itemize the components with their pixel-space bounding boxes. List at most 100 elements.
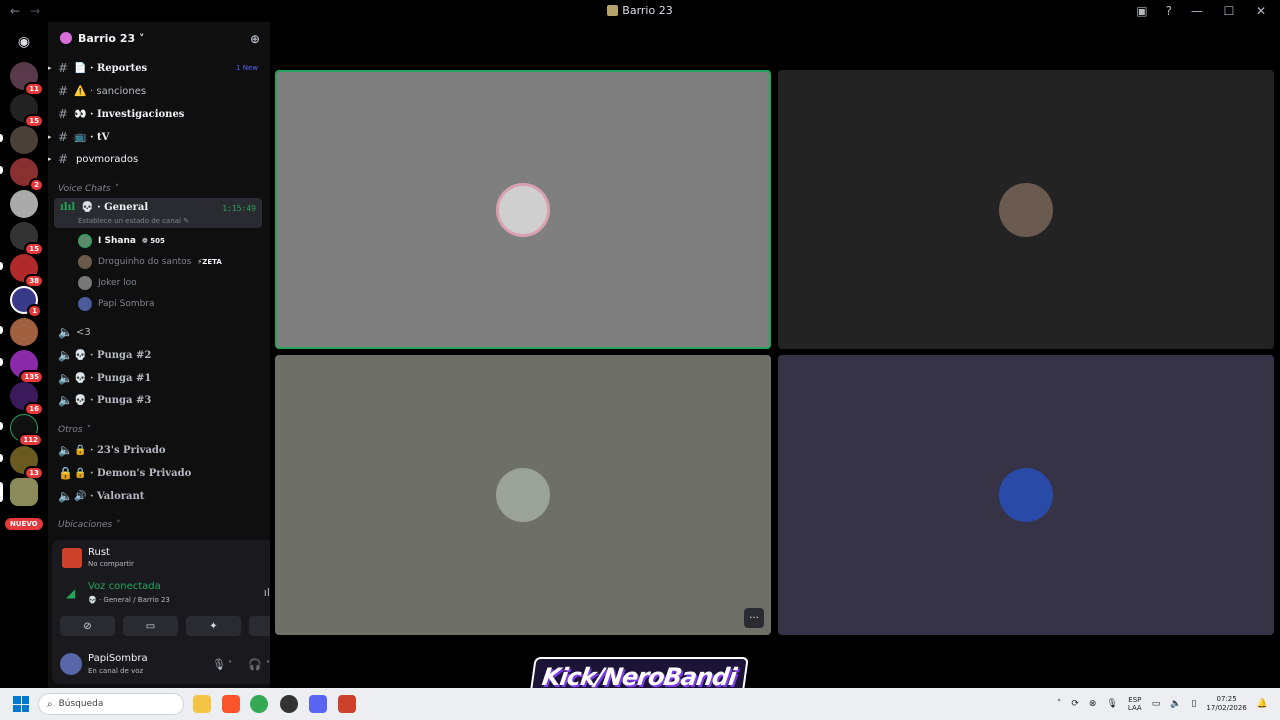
server-item[interactable]: 11 [10,62,44,96]
expand-icon: ▸ [48,133,52,141]
discord-taskbar-icon[interactable] [309,695,327,713]
network-icon[interactable]: ⊗ [1089,699,1097,709]
server-item[interactable]: 15 [10,94,44,128]
expand-icon: ▸ [48,64,52,72]
title-bar: ← → Barrio 23 ▣ ? — ☐ ✕ [0,0,1280,22]
channel-reportes[interactable]: ▸ # 📄 · Reportes 1 New [48,57,264,79]
brave-browser-icon[interactable] [222,695,240,713]
unread-indicator [0,134,3,142]
unread-indicator [0,422,3,430]
activities-button[interactable]: ✦ [186,616,241,636]
voice-channel[interactable]: 🔈 💀 · Punga #2 [48,344,264,366]
more-options-button[interactable]: ··· [744,608,764,628]
channel-general-voice[interactable]: ılıl 💀 · General Establece un estado de c… [54,198,262,228]
microphone-icon[interactable]: 🎙 [1106,699,1117,709]
server-item[interactable]: 38 [10,254,44,288]
file-explorer-icon[interactable] [193,695,211,713]
server-name: Barrio 23 ˅ [78,31,145,45]
lock-icon: 🔒 [74,444,87,456]
voice-user[interactable]: I Shana ❁ 505 [78,231,165,251]
unread-indicator [0,262,3,270]
chevron-up-icon[interactable]: ˄ [1057,699,1062,709]
hash-icon: # [58,152,69,166]
server-item[interactable]: 135 [10,350,44,384]
voice-channel[interactable]: 🔈 <3 [48,321,264,343]
selected-indicator [0,482,3,502]
voice-user[interactable]: Droguinho do santos ⚡ZETA [78,252,222,272]
chrome-icon[interactable] [250,695,268,713]
avatar [78,255,92,269]
category-voice-chats[interactable]: Voice Chats ˅ [58,184,118,194]
speaker-icon: 🔈 [58,325,73,339]
server-item[interactable] [10,126,38,154]
minimize-button[interactable]: — [1190,4,1204,18]
voice-channel[interactable]: 🔈 💀 · Punga #3 [48,389,264,411]
invite-icon[interactable]: ⊕ [250,32,260,46]
avatar [78,234,92,248]
channel-status[interactable]: Establece un estado de canal [78,217,181,225]
participant-tile[interactable] [275,355,771,635]
volume-icon[interactable]: 🔈 [1170,699,1181,709]
server-item[interactable]: 16 [10,382,44,416]
server-item[interactable] [10,190,38,218]
headphones-icon[interactable]: 🎧 [248,658,262,671]
server-item-barrio-23[interactable] [10,478,38,506]
display-icon[interactable]: ▭ [1152,699,1161,709]
new-badge: NUEVO [5,518,43,530]
speaker-icon: 🔈 [58,393,73,407]
category-ubicaciones[interactable]: Ubicaciones ˅ [58,520,120,530]
voice-channel[interactable]: 🔈 🔒 · 23's Privado [48,439,264,461]
clock[interactable]: 07:25 17/02/2026 [1206,695,1246,713]
voice-status[interactable]: Voz conectada [88,581,161,592]
windows-start-icon[interactable] [13,696,29,712]
language-indicator[interactable]: ESP LAA [1128,696,1142,712]
taskbar-search[interactable]: ⌕ Búsqueda [38,693,184,715]
server-item[interactable]: 2 [10,158,44,192]
participant-tile[interactable] [275,70,771,349]
server-header[interactable]: Barrio 23 ˅ ⊕ [48,22,270,54]
inbox-icon[interactable]: ▣ [1136,4,1147,18]
discord-home-icon[interactable]: ◉ [10,28,38,56]
server-item[interactable]: 13 [10,446,44,480]
rust-game-icon[interactable] [338,695,356,713]
close-button[interactable]: ✕ [1254,4,1268,18]
participant-tile[interactable] [778,355,1274,635]
server-list: ◉ 11 15 2 15 38 1 135 16 112 13 NUEVO [0,22,48,688]
system-tray: ˄ ⟳ ⊗ 🎙 ESP LAA ▭ 🔈 ▯ 07:25 17/02/2026 🔔 [1057,688,1280,720]
channel-investigaciones[interactable]: # 👀 · Investigaciones [48,103,264,125]
avatar[interactable] [60,653,82,675]
voice-channel[interactable]: 🔈 💀 · Punga #1 [48,367,264,389]
unread-indicator [0,166,3,174]
voice-user[interactable]: Joker loo [78,273,137,293]
chevron-down-icon[interactable]: ˅ [228,660,232,669]
channel-povmorados[interactable]: ▸ # povmorados [48,148,264,170]
unread-indicator [0,326,3,334]
server-item[interactable]: 1 [10,286,42,318]
hash-icon: # [58,107,69,121]
search-icon: ⌕ [47,698,53,710]
server-item[interactable]: 112 [10,414,43,447]
game-name: Rust [88,547,110,558]
participant-tile[interactable] [778,70,1274,349]
screen-share-button[interactable]: ▭ [123,616,178,636]
notification-icon[interactable]: 🔔 [1257,699,1268,709]
speaker-icon: 🔈 [58,348,73,362]
server-item[interactable]: 15 [10,222,44,256]
voice-channel[interactable]: 🔒 🔒 · Demon's Privado [48,462,264,484]
sync-icon[interactable]: ⟳ [1071,699,1079,709]
server-item[interactable] [10,318,38,346]
help-icon[interactable]: ? [1166,4,1172,18]
voice-user[interactable]: Papi Sombra [78,294,155,314]
voice-location: General / Barrio 23 [103,596,170,604]
camera-toggle-button[interactable]: ⊘ [60,616,115,636]
category-otros[interactable]: Otros ˅ [58,425,90,435]
voice-channel[interactable]: 🔈 🔊 · Valorant [48,485,264,507]
battery-icon[interactable]: ▯ [1191,699,1196,709]
hash-icon: # [58,84,69,98]
microphone-icon[interactable]: 🎙 [212,658,226,671]
signal-icon: ◢ [66,586,76,600]
channel-tv[interactable]: ▸ # 📺 · tV [48,126,264,148]
app-icon[interactable] [280,695,298,713]
channel-sanciones[interactable]: # ⚠️ · sanciones [48,80,264,102]
maximize-button[interactable]: ☐ [1222,4,1236,18]
